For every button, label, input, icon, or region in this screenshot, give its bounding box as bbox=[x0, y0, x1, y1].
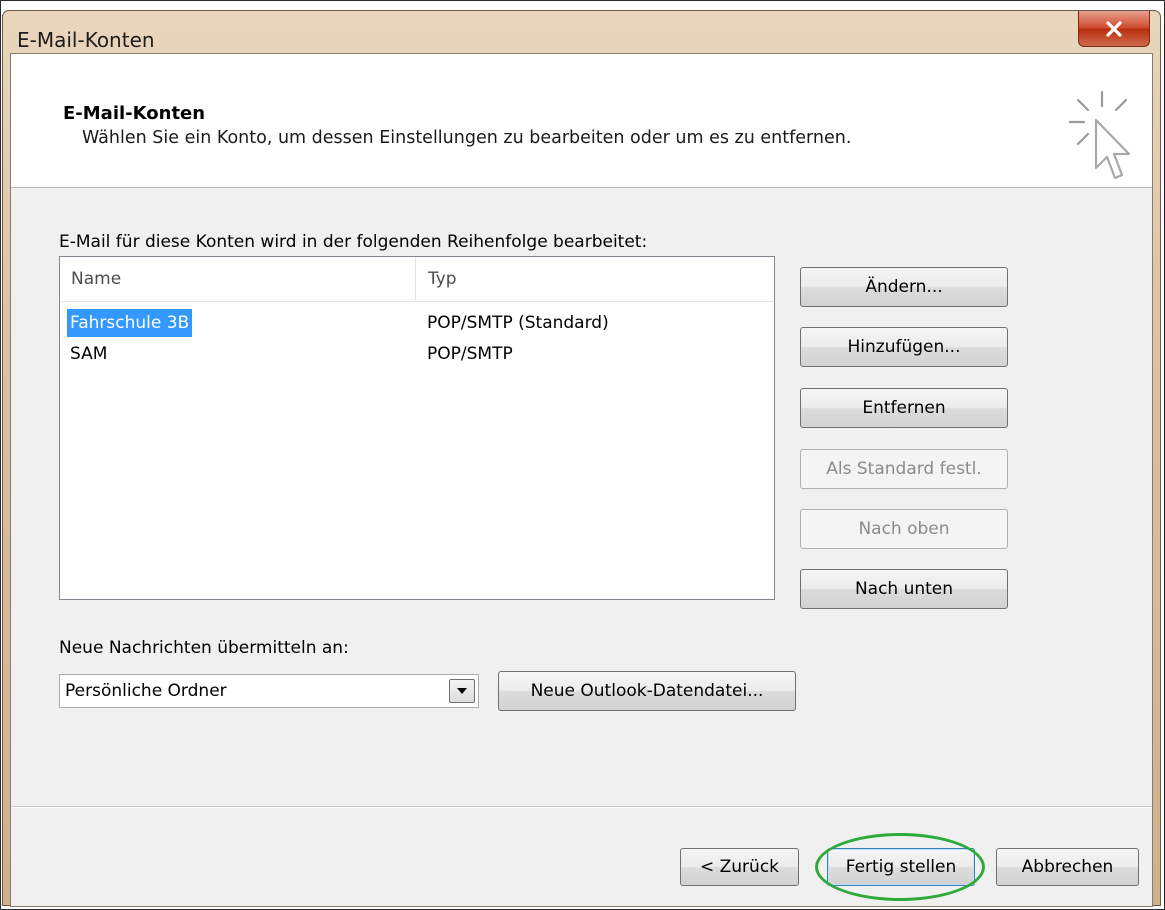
delivery-location-value: Persönliche Ordner bbox=[65, 681, 227, 701]
dialog-content: E-Mail-Konten Wählen Sie ein Konto, um d… bbox=[10, 53, 1153, 907]
email-accounts-dialog: E-Mail-Konten E-Mail-Konten Wählen Sie e… bbox=[2, 10, 1161, 907]
remove-button[interactable]: Entfernen bbox=[800, 388, 1008, 428]
delivery-label: Neue Nachrichten übermitteln an: bbox=[59, 638, 349, 658]
page-subtitle: Wählen Sie ein Konto, um dessen Einstell… bbox=[82, 128, 852, 148]
move-up-button[interactable]: Nach oben bbox=[800, 509, 1008, 549]
set-default-button[interactable]: Als Standard festl. bbox=[800, 449, 1008, 489]
back-button[interactable]: < Zurück bbox=[680, 848, 799, 886]
finish-button[interactable]: Fertig stellen bbox=[827, 848, 975, 886]
cancel-button[interactable]: Abbrechen bbox=[996, 848, 1139, 886]
accounts-list-header: Name Typ bbox=[60, 257, 774, 302]
accounts-list[interactable]: Name Typ Fahrschule 3B POP/SMTP (Standar… bbox=[59, 256, 775, 600]
move-down-button[interactable]: Nach unten bbox=[800, 569, 1008, 609]
account-name: SAM bbox=[70, 344, 108, 364]
delivery-location-select[interactable]: Persönliche Ordner bbox=[59, 674, 479, 708]
wizard-header: E-Mail-Konten Wählen Sie ein Konto, um d… bbox=[11, 54, 1152, 188]
close-button[interactable] bbox=[1078, 11, 1150, 47]
account-row[interactable]: Fahrschule 3B POP/SMTP (Standard) bbox=[60, 309, 774, 337]
window-title: E-Mail-Konten bbox=[17, 28, 155, 52]
footer-divider bbox=[11, 806, 1152, 808]
column-header-type[interactable]: Typ bbox=[416, 257, 772, 301]
accounts-list-caption: E-Mail für diese Konten wird in der folg… bbox=[59, 232, 648, 252]
add-button[interactable]: Hinzufügen... bbox=[800, 327, 1008, 367]
account-row[interactable]: SAM POP/SMTP bbox=[60, 340, 774, 368]
page-title: E-Mail-Konten bbox=[63, 103, 206, 124]
new-data-file-button[interactable]: Neue Outlook-Datendatei... bbox=[498, 671, 796, 711]
column-header-name[interactable]: Name bbox=[60, 257, 416, 301]
chevron-down-icon bbox=[457, 688, 467, 694]
change-button[interactable]: Ändern... bbox=[800, 267, 1008, 307]
cursor-click-icon bbox=[1068, 90, 1131, 180]
close-icon bbox=[1106, 20, 1122, 37]
account-name: Fahrschule 3B bbox=[67, 309, 193, 337]
account-type: POP/SMTP (Standard) bbox=[427, 313, 609, 333]
dropdown-button[interactable] bbox=[449, 679, 475, 703]
account-type: POP/SMTP bbox=[427, 344, 513, 364]
